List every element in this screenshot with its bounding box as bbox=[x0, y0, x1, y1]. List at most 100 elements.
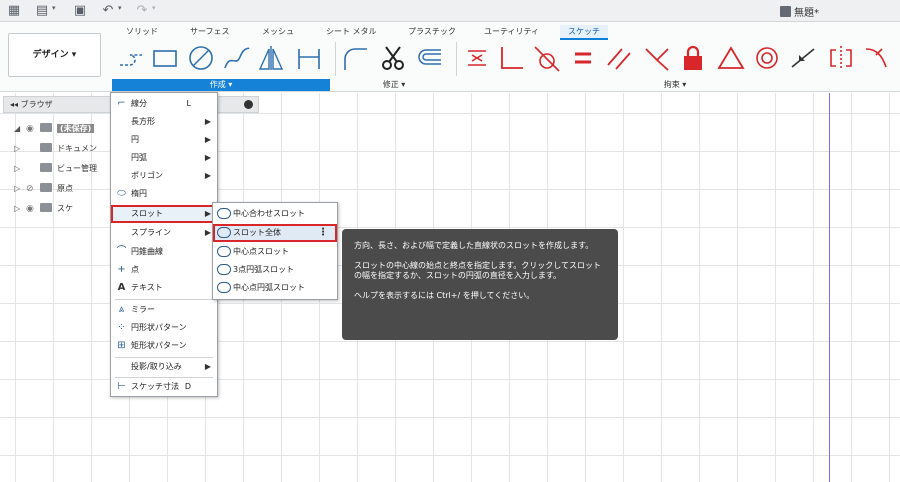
app-grid-icon[interactable]: ▦ bbox=[6, 3, 22, 19]
menu-item-project-include[interactable]: 投影/取り込み ▶ bbox=[111, 358, 217, 376]
offset-tool-icon[interactable] bbox=[414, 43, 444, 73]
tab-surface[interactable]: サーフェス bbox=[182, 25, 238, 38]
browser-pin-icon[interactable] bbox=[244, 100, 253, 109]
menu-item-rectangle[interactable]: 長方形 ▶ bbox=[111, 113, 217, 131]
fillet-tool-icon[interactable] bbox=[340, 43, 370, 73]
spline-tool-icon[interactable] bbox=[222, 43, 252, 73]
menu-item-slot[interactable]: スロット ▶ bbox=[111, 205, 217, 223]
expand-icon[interactable]: ▷ bbox=[14, 201, 26, 217]
redo-caret-icon[interactable]: ▾ bbox=[152, 4, 156, 12]
submenu-item-center-to-center-slot[interactable]: 中心合わせスロット bbox=[213, 205, 337, 223]
save-icon[interactable]: ▣ bbox=[72, 3, 88, 19]
expand-icon[interactable]: ▷ bbox=[14, 181, 26, 197]
file-icon[interactable]: ▤ bbox=[34, 3, 50, 19]
triangle-constraint-icon[interactable] bbox=[716, 43, 746, 73]
tree-item-sketches[interactable]: ▷ ◉ スケ bbox=[14, 201, 73, 217]
tree-item-label: ドキュメン bbox=[57, 144, 97, 153]
expand-icon[interactable]: ▷ bbox=[14, 141, 26, 157]
circle-tool-icon[interactable] bbox=[186, 43, 216, 73]
submenu-item-center-point-arc-slot[interactable]: 中心点円弧スロット bbox=[213, 279, 337, 297]
gear-icon bbox=[40, 143, 52, 152]
tab-mesh[interactable]: メッシュ bbox=[254, 25, 302, 38]
component-icon bbox=[40, 123, 52, 132]
dimension-tool-icon[interactable] bbox=[294, 43, 324, 73]
quick-access-toolbar: ▦ ▤ ▾ ▣ ↶ ▾ ↷ ▾ 無題* bbox=[0, 0, 900, 22]
menu-item-ellipse[interactable]: ⬭ 楕円 bbox=[111, 185, 217, 203]
point-icon: + bbox=[117, 264, 126, 275]
menu-item-spline[interactable]: スプライン ▶ bbox=[111, 224, 217, 242]
tree-item-origin[interactable]: ▷ ⊘ 原点 bbox=[14, 181, 73, 197]
submenu-item-three-point-arc-slot[interactable]: 3点円弧スロット bbox=[213, 261, 337, 279]
mirror-tool-icon[interactable] bbox=[256, 43, 286, 73]
menu-item-point[interactable]: + 点 bbox=[111, 261, 217, 279]
expand-icon[interactable]: ◢ bbox=[14, 121, 26, 137]
create-dropdown-menu: ⌐ 線分 L 長方形 ▶ 円 ▶ 円弧 ▶ ポリゴン ▶ ⬭ 楕円 スロット ▶ スプライン ▶ … bbox=[110, 92, 218, 397]
tab-sketch[interactable]: スケッチ bbox=[560, 25, 608, 40]
submenu-arrow-icon: ▶ bbox=[204, 153, 211, 162]
curvature-constraint-icon[interactable] bbox=[862, 43, 892, 73]
conic-icon: ⌒ bbox=[116, 246, 127, 257]
document-title-text: 無題* bbox=[794, 8, 819, 19]
submenu-arrow-icon: ▶ bbox=[204, 135, 211, 144]
parallel-constraint-icon[interactable] bbox=[604, 43, 634, 73]
menu-item-arc[interactable]: 円弧 ▶ bbox=[111, 149, 217, 167]
menu-item-rectangular-pattern[interactable]: ⊞ 矩形状パターン bbox=[111, 337, 217, 355]
hidden-eye-icon[interactable]: ⊘ bbox=[26, 181, 40, 197]
tooltip-help-hint: ヘルプを表示するには Ctrl+/ を押してください。 bbox=[354, 291, 535, 300]
trim-tool-icon[interactable] bbox=[378, 43, 408, 73]
more-options-icon[interactable]: ⋮ bbox=[318, 224, 328, 242]
submenu-item-overall-slot[interactable]: スロット全体 ⋮ bbox=[213, 224, 337, 242]
tree-root-label: (未保存) bbox=[57, 124, 95, 133]
constraints-group-label[interactable]: 拘束 ▾ bbox=[600, 79, 750, 91]
collapse-icon[interactable]: ◂◂ bbox=[10, 100, 18, 109]
ribbon-tabs: ソリッド サーフェス メッシュ シート メタル プラスチック ユーティリティ ス… bbox=[0, 22, 900, 40]
file-caret-icon[interactable]: ▾ bbox=[52, 4, 56, 12]
menu-item-circle[interactable]: 円 ▶ bbox=[111, 131, 217, 149]
menu-item-sketch-dimension[interactable]: ⊢ スケッチ寸法 D bbox=[111, 378, 217, 396]
perpendicular-constraint-icon[interactable] bbox=[496, 43, 526, 73]
rectangle-tool-icon[interactable] bbox=[150, 43, 180, 73]
arc-slot-icon bbox=[217, 282, 231, 293]
equal-constraint-icon[interactable] bbox=[568, 43, 598, 73]
midpoint-constraint-icon[interactable] bbox=[788, 43, 818, 73]
visibility-eye-icon[interactable]: ◉ bbox=[26, 121, 40, 137]
tooltip-summary: 方向、長さ、および幅で定義した直線状のスロットを作成します。 bbox=[354, 241, 594, 250]
line-icon: ⌐ bbox=[117, 98, 126, 109]
undo-icon[interactable]: ↶ bbox=[100, 3, 116, 19]
symmetry-constraint-icon[interactable] bbox=[826, 43, 856, 73]
mirror-icon: ⩓ bbox=[118, 304, 125, 315]
expand-icon[interactable]: ▷ bbox=[14, 161, 26, 177]
tree-item-named-views[interactable]: ▷ ビュー管理 bbox=[14, 161, 97, 177]
tree-item-document-settings[interactable]: ▷ ドキュメン bbox=[14, 141, 97, 157]
menu-item-text[interactable]: A テキスト bbox=[111, 279, 217, 297]
ribbon: ソリッド サーフェス メッシュ シート メタル プラスチック ユーティリティ ス… bbox=[0, 22, 900, 92]
tangent-constraint-icon[interactable] bbox=[532, 43, 562, 73]
submenu-item-center-point-slot[interactable]: 中心点スロット bbox=[213, 243, 337, 261]
tab-sheet-metal[interactable]: シート メタル bbox=[318, 25, 385, 38]
submenu-arrow-icon: ▶ bbox=[204, 362, 211, 371]
tab-plastic[interactable]: プラスチック bbox=[400, 25, 464, 38]
menu-item-polygon[interactable]: ポリゴン ▶ bbox=[111, 167, 217, 185]
workspace-design-button[interactable]: デザイン ▾ bbox=[8, 33, 101, 77]
menu-item-circular-pattern[interactable]: ⁘ 円形状パターン bbox=[111, 319, 217, 337]
browser-title: ブラウザ bbox=[20, 100, 53, 109]
create-group-label[interactable]: 作成 ▾ bbox=[112, 79, 330, 91]
line-tool-icon[interactable] bbox=[116, 43, 146, 73]
menu-item-mirror[interactable]: ⩓ ミラー bbox=[111, 301, 217, 319]
modify-group-label[interactable]: 修正 ▾ bbox=[340, 79, 448, 91]
tab-solid[interactable]: ソリッド bbox=[118, 25, 166, 38]
fix-constraint-icon[interactable] bbox=[678, 43, 708, 73]
slot-submenu: 中心合わせスロット スロット全体 ⋮ 中心点スロット 3点円弧スロット 中心点円弧… bbox=[212, 202, 338, 300]
menu-item-line[interactable]: ⌐ 線分 L bbox=[111, 95, 217, 113]
concentric-constraint-icon[interactable] bbox=[752, 43, 782, 73]
redo-icon[interactable]: ↷ bbox=[134, 3, 150, 19]
menu-item-conic[interactable]: ⌒ 円錐曲線 bbox=[111, 243, 217, 261]
visibility-eye-icon[interactable]: ◉ bbox=[26, 201, 40, 217]
coincident-constraint-icon[interactable] bbox=[462, 43, 492, 73]
tree-root[interactable]: ◢ ◉ (未保存) bbox=[14, 121, 95, 137]
collinear-constraint-icon[interactable] bbox=[642, 43, 672, 73]
slot-icon bbox=[217, 227, 231, 238]
rectangular-pattern-icon: ⊞ bbox=[117, 340, 126, 351]
tab-utilities[interactable]: ユーティリティ bbox=[476, 25, 547, 38]
undo-caret-icon[interactable]: ▾ bbox=[118, 4, 122, 12]
